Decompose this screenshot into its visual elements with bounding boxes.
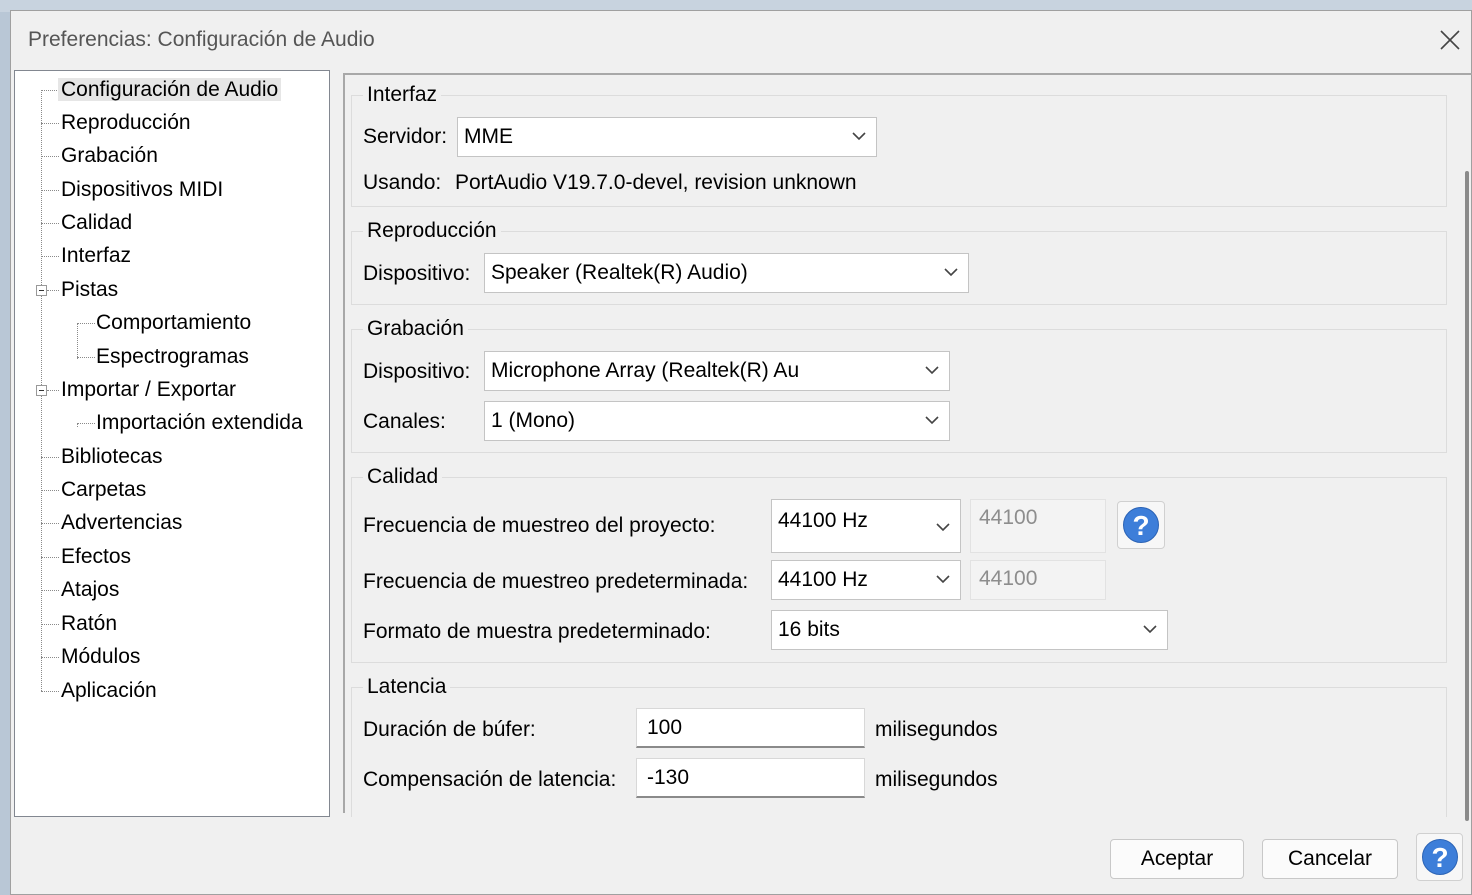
tree-item-atajos[interactable]: Atajos: [58, 574, 122, 606]
playback-group-title: Reproducción: [363, 219, 501, 243]
quality-group-title: Calidad: [363, 465, 443, 489]
collapse-icon[interactable]: [36, 385, 47, 396]
tree-item-configuracion-audio[interactable]: Configuración de Audio: [58, 74, 282, 106]
latency-group: [351, 687, 1447, 817]
chevron-down-icon: [925, 366, 939, 375]
project-rate-text: 44100: [970, 499, 1106, 553]
close-icon: [1440, 30, 1460, 50]
tree-item-aplicacion[interactable]: Aplicación: [58, 675, 160, 707]
latency-comp-unit: milisegundos: [875, 768, 998, 791]
tree-item-advertencias[interactable]: Advertencias: [58, 507, 185, 539]
quality-help-button[interactable]: ?: [1117, 501, 1165, 549]
chevron-down-icon: [925, 416, 939, 425]
window-title: Preferencias: Configuración de Audio: [28, 28, 375, 51]
settings-panel: Interfaz Servidor: MME Usando: PortAudio…: [343, 73, 1472, 821]
chevron-down-icon: [944, 268, 958, 277]
playback-device-select[interactable]: Speaker (Realtek(R) Audio): [484, 253, 969, 293]
panel-scrollbar[interactable]: [1465, 171, 1469, 821]
buffer-unit: milisegundos: [875, 718, 998, 741]
tree-item-dispositivos-midi[interactable]: Dispositivos MIDI: [58, 174, 226, 206]
tree-item-importar-exportar[interactable]: Importar / Exportar: [58, 374, 239, 406]
category-tree[interactable]: Configuración de Audio Reproducción Grab…: [14, 70, 330, 817]
chevron-down-icon: [936, 523, 950, 532]
ok-button[interactable]: Aceptar: [1110, 839, 1244, 879]
latency-group-title: Latencia: [363, 675, 451, 699]
collapse-icon[interactable]: [36, 285, 47, 296]
tree-item-espectrogramas[interactable]: Espectrogramas: [93, 341, 252, 373]
title-bar: Preferencias: Configuración de Audio: [11, 11, 1471, 69]
tree-item-raton[interactable]: Ratón: [58, 608, 120, 640]
chevron-down-icon: [1143, 625, 1157, 634]
host-select[interactable]: MME: [457, 117, 877, 157]
latency-comp-label: Compensación de latencia:: [363, 768, 617, 791]
tree-item-efectos[interactable]: Efectos: [58, 541, 134, 573]
preferences-dialog: Preferencias: Configuración de Audio Con…: [10, 10, 1472, 895]
chevron-down-icon: [852, 132, 866, 141]
sample-format-label: Formato de muestra predeterminado:: [363, 620, 711, 643]
tree-item-grabacion[interactable]: Grabación: [58, 140, 161, 172]
recording-device-select[interactable]: Microphone Array (Realtek(R) Au: [484, 351, 950, 391]
footer-help-button[interactable]: ?: [1416, 833, 1463, 881]
tree-item-pistas[interactable]: Pistas: [58, 274, 121, 306]
project-rate-label: Frecuencia de muestreo del proyecto:: [363, 514, 716, 537]
tree-item-interfaz[interactable]: Interfaz: [58, 240, 134, 272]
channels-label: Canales:: [363, 410, 446, 433]
default-rate-select[interactable]: 44100 Hz: [771, 560, 961, 600]
tree-item-calidad[interactable]: Calidad: [58, 207, 135, 239]
host-label: Servidor:: [363, 125, 448, 148]
tree-item-modulos[interactable]: Módulos: [58, 641, 143, 673]
chevron-down-icon: [936, 575, 950, 584]
recording-group-title: Grabación: [363, 317, 468, 341]
default-rate-label: Frecuencia de muestreo predeterminada:: [363, 570, 749, 593]
interfaz-group-title: Interfaz: [363, 83, 442, 107]
tree-item-reproduccion[interactable]: Reproducción: [58, 107, 194, 139]
using-value: PortAudio V19.7.0-devel, revision unknow…: [455, 171, 857, 194]
tree-item-bibliotecas[interactable]: Bibliotecas: [58, 441, 166, 473]
tree-item-importacion-extendida[interactable]: Importación extendida: [93, 407, 306, 439]
default-rate-text: 44100: [970, 560, 1106, 600]
buffer-input[interactable]: 100: [636, 708, 865, 748]
recording-device-label: Dispositivo:: [363, 360, 471, 383]
help-icon: ?: [1123, 507, 1159, 543]
latency-comp-input[interactable]: -130: [636, 758, 865, 798]
sample-format-select[interactable]: 16 bits: [771, 610, 1168, 650]
channels-select[interactable]: 1 (Mono): [484, 401, 950, 441]
tree-item-comportamiento[interactable]: Comportamiento: [93, 307, 254, 339]
cancel-button[interactable]: Cancelar: [1262, 839, 1398, 879]
tree-item-carpetas[interactable]: Carpetas: [58, 474, 149, 506]
buffer-label: Duración de búfer:: [363, 718, 536, 741]
project-rate-select[interactable]: 44100 Hz: [771, 499, 961, 553]
tree-line: [77, 323, 78, 359]
help-icon: ?: [1422, 839, 1458, 875]
using-label: Usando:: [363, 171, 442, 194]
close-button[interactable]: [1431, 19, 1471, 63]
playback-device-label: Dispositivo:: [363, 262, 471, 285]
